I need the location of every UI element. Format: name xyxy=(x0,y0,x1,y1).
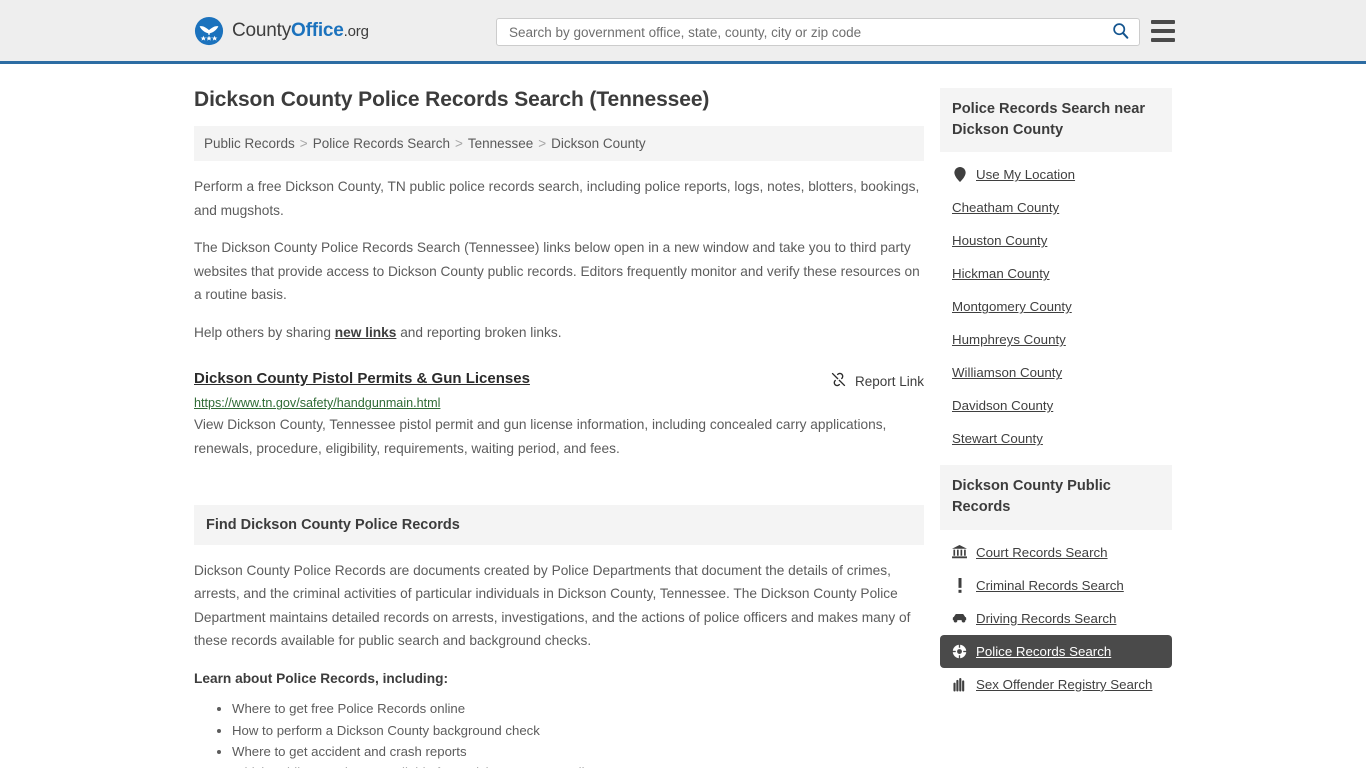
breadcrumb-separator: > xyxy=(538,136,547,151)
hamburger-bar xyxy=(1151,29,1175,33)
search-bar[interactable] xyxy=(496,18,1140,46)
breadcrumb-item-dickson-county[interactable]: Dickson County xyxy=(551,136,646,151)
list-item: Where to get free Police Records online xyxy=(232,699,924,719)
car-icon xyxy=(952,611,967,626)
result-header-row: Dickson County Pistol Permits & Gun Lice… xyxy=(194,370,924,391)
brand-part-org: .org xyxy=(343,22,369,40)
help-prefix-text: Help others by sharing xyxy=(194,324,335,340)
result-item: Dickson County Pistol Permits & Gun Lice… xyxy=(194,370,924,460)
sidebar-link-label[interactable]: Hickman County xyxy=(952,266,1050,281)
breadcrumb: Public Records > Police Records Search > Ten… xyxy=(194,126,924,161)
breadcrumb-item-tennessee[interactable]: Tennessee xyxy=(468,136,533,151)
sidebar-item-criminal-records-search[interactable]: Criminal Records Search xyxy=(940,569,1172,602)
hamburger-menu-icon[interactable] xyxy=(1151,20,1175,42)
site-logo-text: CountyOffice.org xyxy=(232,20,369,42)
sidebar-item-stewart-county[interactable]: Stewart County xyxy=(940,422,1172,455)
breadcrumb-separator: > xyxy=(299,136,308,151)
report-link-button[interactable]: Report Link xyxy=(830,370,924,391)
sidebar-item-houston-county[interactable]: Houston County xyxy=(940,224,1172,257)
sidebar-link-label[interactable]: Williamson County xyxy=(952,365,1062,380)
list-item: Which public records are available from … xyxy=(232,763,924,768)
sidebar-link-label[interactable]: Sex Offender Registry Search xyxy=(976,677,1152,692)
section-bullet-list: Where to get free Police Records online … xyxy=(194,699,924,768)
sidebar-panel-public-records: Dickson County Public Records Court Reco… xyxy=(940,465,1172,700)
sidebar-link-label[interactable]: Davidson County xyxy=(952,398,1053,413)
result-title-link[interactable]: Dickson County Pistol Permits & Gun Lice… xyxy=(194,370,530,387)
section-body-text: Dickson County Police Records are docume… xyxy=(194,562,911,649)
search-input[interactable] xyxy=(507,19,1110,45)
sidebar: Police Records Search near Dickson Count… xyxy=(940,64,1172,768)
sidebar-item-court-records-search[interactable]: Court Records Search xyxy=(940,536,1172,569)
sidebar-item-sex-offender-registry-search[interactable]: Sex Offender Registry Search xyxy=(940,668,1172,701)
brand-part-office: Office xyxy=(291,19,344,41)
sidebar-link-label[interactable]: Humphreys County xyxy=(952,332,1066,347)
site-header: CountyOffice.org xyxy=(0,0,1366,64)
sidebar-link-label[interactable]: Stewart County xyxy=(952,431,1043,446)
sidebar-panel-nearby: Police Records Search near Dickson Count… xyxy=(940,88,1172,455)
sidebar-link-label[interactable]: Court Records Search xyxy=(976,545,1108,560)
eagle-stars-logo-icon xyxy=(194,16,224,46)
exclamation-icon xyxy=(952,577,967,593)
list-item: How to perform a Dickson County backgrou… xyxy=(232,721,924,741)
intro-paragraph: Perform a free Dickson County, TN public… xyxy=(194,179,920,218)
result-url[interactable]: https://www.tn.gov/safety/handgunmain.ht… xyxy=(194,396,924,410)
sidebar-public-records-list: Court Records Search Criminal Records Se… xyxy=(940,530,1172,701)
page-title: Dickson County Police Records Search (Te… xyxy=(194,88,710,111)
sidebar-link-label[interactable]: Houston County xyxy=(952,233,1047,248)
sidebar-item-montgomery-county[interactable]: Montgomery County xyxy=(940,290,1172,323)
sidebar-item-cheatham-county[interactable]: Cheatham County xyxy=(940,191,1172,224)
search-button[interactable] xyxy=(1110,22,1131,42)
sidebar-item-hickman-county[interactable]: Hickman County xyxy=(940,257,1172,290)
sidebar-nearby-heading: Police Records Search near Dickson Count… xyxy=(940,88,1172,153)
sidebar-item-davidson-county[interactable]: Davidson County xyxy=(940,389,1172,422)
help-suffix-text: and reporting broken links. xyxy=(396,324,562,340)
sidebar-item-humphreys-county[interactable]: Humphreys County xyxy=(940,323,1172,356)
broken-link-icon xyxy=(830,371,847,391)
fingerprint-icon xyxy=(952,677,967,692)
sidebar-item-use-my-location[interactable]: Use My Location xyxy=(940,158,1172,191)
sidebar-link-label[interactable]: Cheatham County xyxy=(952,200,1059,215)
new-links-link[interactable]: new links xyxy=(335,325,397,340)
sidebar-item-williamson-county[interactable]: Williamson County xyxy=(940,356,1172,389)
sidebar-item-driving-records-search[interactable]: Driving Records Search xyxy=(940,602,1172,635)
report-link-label: Report Link xyxy=(854,373,924,389)
sidebar-link-label[interactable]: Use My Location xyxy=(976,167,1075,182)
breadcrumb-item-public-records[interactable]: Public Records xyxy=(204,136,295,151)
hamburger-bar xyxy=(1151,20,1175,24)
map-pin-icon xyxy=(952,167,967,183)
list-item: Where to get accident and crash reports xyxy=(232,742,924,762)
sidebar-link-label[interactable]: Montgomery County xyxy=(952,299,1072,314)
sidebar-link-label[interactable]: Driving Records Search xyxy=(976,611,1116,626)
breadcrumb-item-police-records-search[interactable]: Police Records Search xyxy=(313,136,450,151)
brand-part-county: County xyxy=(232,19,292,41)
help-paragraph: Help others by sharing new links and rep… xyxy=(194,321,924,345)
sidebar-item-police-records-search[interactable]: Police Records Search xyxy=(940,634,1172,668)
sidebar-public-records-heading: Dickson County Public Records xyxy=(940,465,1172,530)
sidebar-link-label[interactable]: Criminal Records Search xyxy=(976,578,1124,593)
sidebar-nearby-list: Use My Location Cheatham County Houston … xyxy=(940,152,1172,455)
result-description: View Dickson County, Tennessee pistol pe… xyxy=(194,417,887,456)
police-badge-icon xyxy=(952,643,967,659)
hamburger-bar xyxy=(1151,38,1175,42)
main-content: Dickson County Police Records Search (Te… xyxy=(194,64,924,768)
page-body: Dickson County Police Records Search (Te… xyxy=(0,64,1366,768)
secondary-paragraph: The Dickson County Police Records Search… xyxy=(194,240,920,303)
courthouse-icon xyxy=(952,545,967,560)
section-list-heading: Learn about Police Records, including: xyxy=(194,670,449,686)
section-heading: Find Dickson County Police Records xyxy=(194,504,924,545)
breadcrumb-separator: > xyxy=(455,136,463,151)
site-logo-link[interactable]: CountyOffice.org xyxy=(194,16,369,46)
search-icon xyxy=(1112,22,1129,42)
sidebar-link-label[interactable]: Police Records Search xyxy=(976,644,1111,659)
